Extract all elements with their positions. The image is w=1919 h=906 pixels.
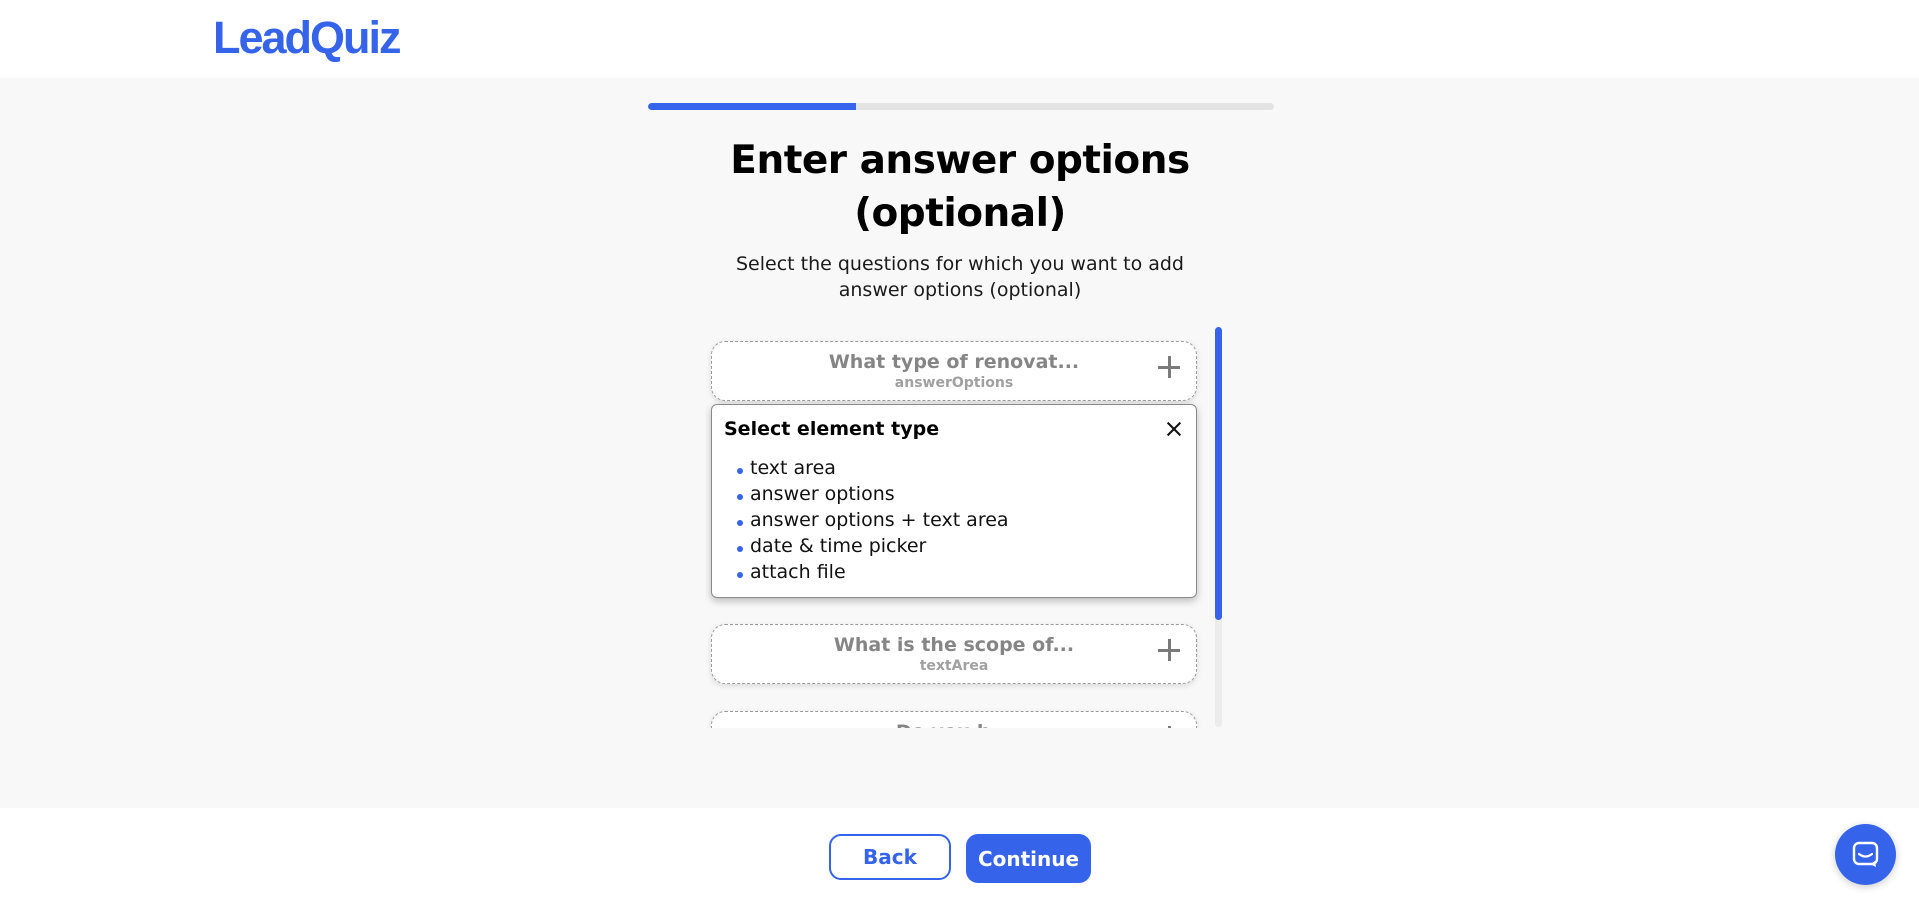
option-attach-file[interactable]: attach file (736, 559, 1009, 585)
continue-button[interactable]: Continue (966, 834, 1091, 883)
option-answer-options[interactable]: answer options (736, 481, 1009, 507)
question-card[interactable]: What is the scope of... textArea (711, 624, 1197, 684)
option-answer-options-text-area[interactable]: answer options + text area (736, 507, 1009, 533)
question-list[interactable]: What type of renovat... answerOptions Se… (705, 325, 1225, 728)
back-button[interactable]: Back (829, 834, 951, 880)
question-card[interactable]: What type of renovat... answerOptions (711, 341, 1197, 401)
element-type-options: text area answer options answer options … (736, 455, 1009, 585)
plus-icon[interactable] (1156, 724, 1182, 728)
page-title: Enter answer options (optional) (660, 134, 1260, 240)
question-card[interactable]: Do you h... (711, 711, 1197, 728)
page-title-line-1: Enter answer options (730, 138, 1190, 183)
question-title: What is the scope of... (833, 634, 1075, 656)
page-title-line-2: (optional) (854, 191, 1066, 236)
plus-icon[interactable] (1156, 354, 1182, 380)
question-type: answerOptions (894, 375, 1014, 391)
progress-bar-fill (648, 103, 857, 110)
progress-bar (648, 103, 1274, 110)
popup-title: Select element type (724, 418, 940, 440)
page-subtitle: Select the questions for which you want … (700, 251, 1220, 303)
close-icon[interactable] (1166, 421, 1182, 437)
page-subtitle-line-2: answer options (optional) (838, 279, 1082, 301)
top-bar: LeadQuiz (0, 0, 1919, 78)
footer-bar (0, 808, 1919, 906)
list-scrollbar[interactable] (1215, 327, 1222, 727)
element-type-popup: Select element type text area answer opt… (711, 404, 1197, 598)
leadquiz-logo[interactable]: LeadQuiz (213, 13, 402, 63)
page-subtitle-line-1: Select the questions for which you want … (736, 253, 1184, 275)
chat-launcher-button[interactable] (1835, 824, 1896, 885)
option-text-area[interactable]: text area (736, 455, 1009, 481)
chat-icon (1852, 841, 1879, 867)
question-title: Do you h... (712, 720, 1196, 728)
question-title: What type of renovat... (828, 351, 1080, 373)
plus-icon[interactable] (1156, 637, 1182, 663)
question-type: textArea (919, 658, 989, 674)
list-scrollbar-thumb[interactable] (1215, 327, 1222, 620)
option-date-time-picker[interactable]: date & time picker (736, 533, 1009, 559)
